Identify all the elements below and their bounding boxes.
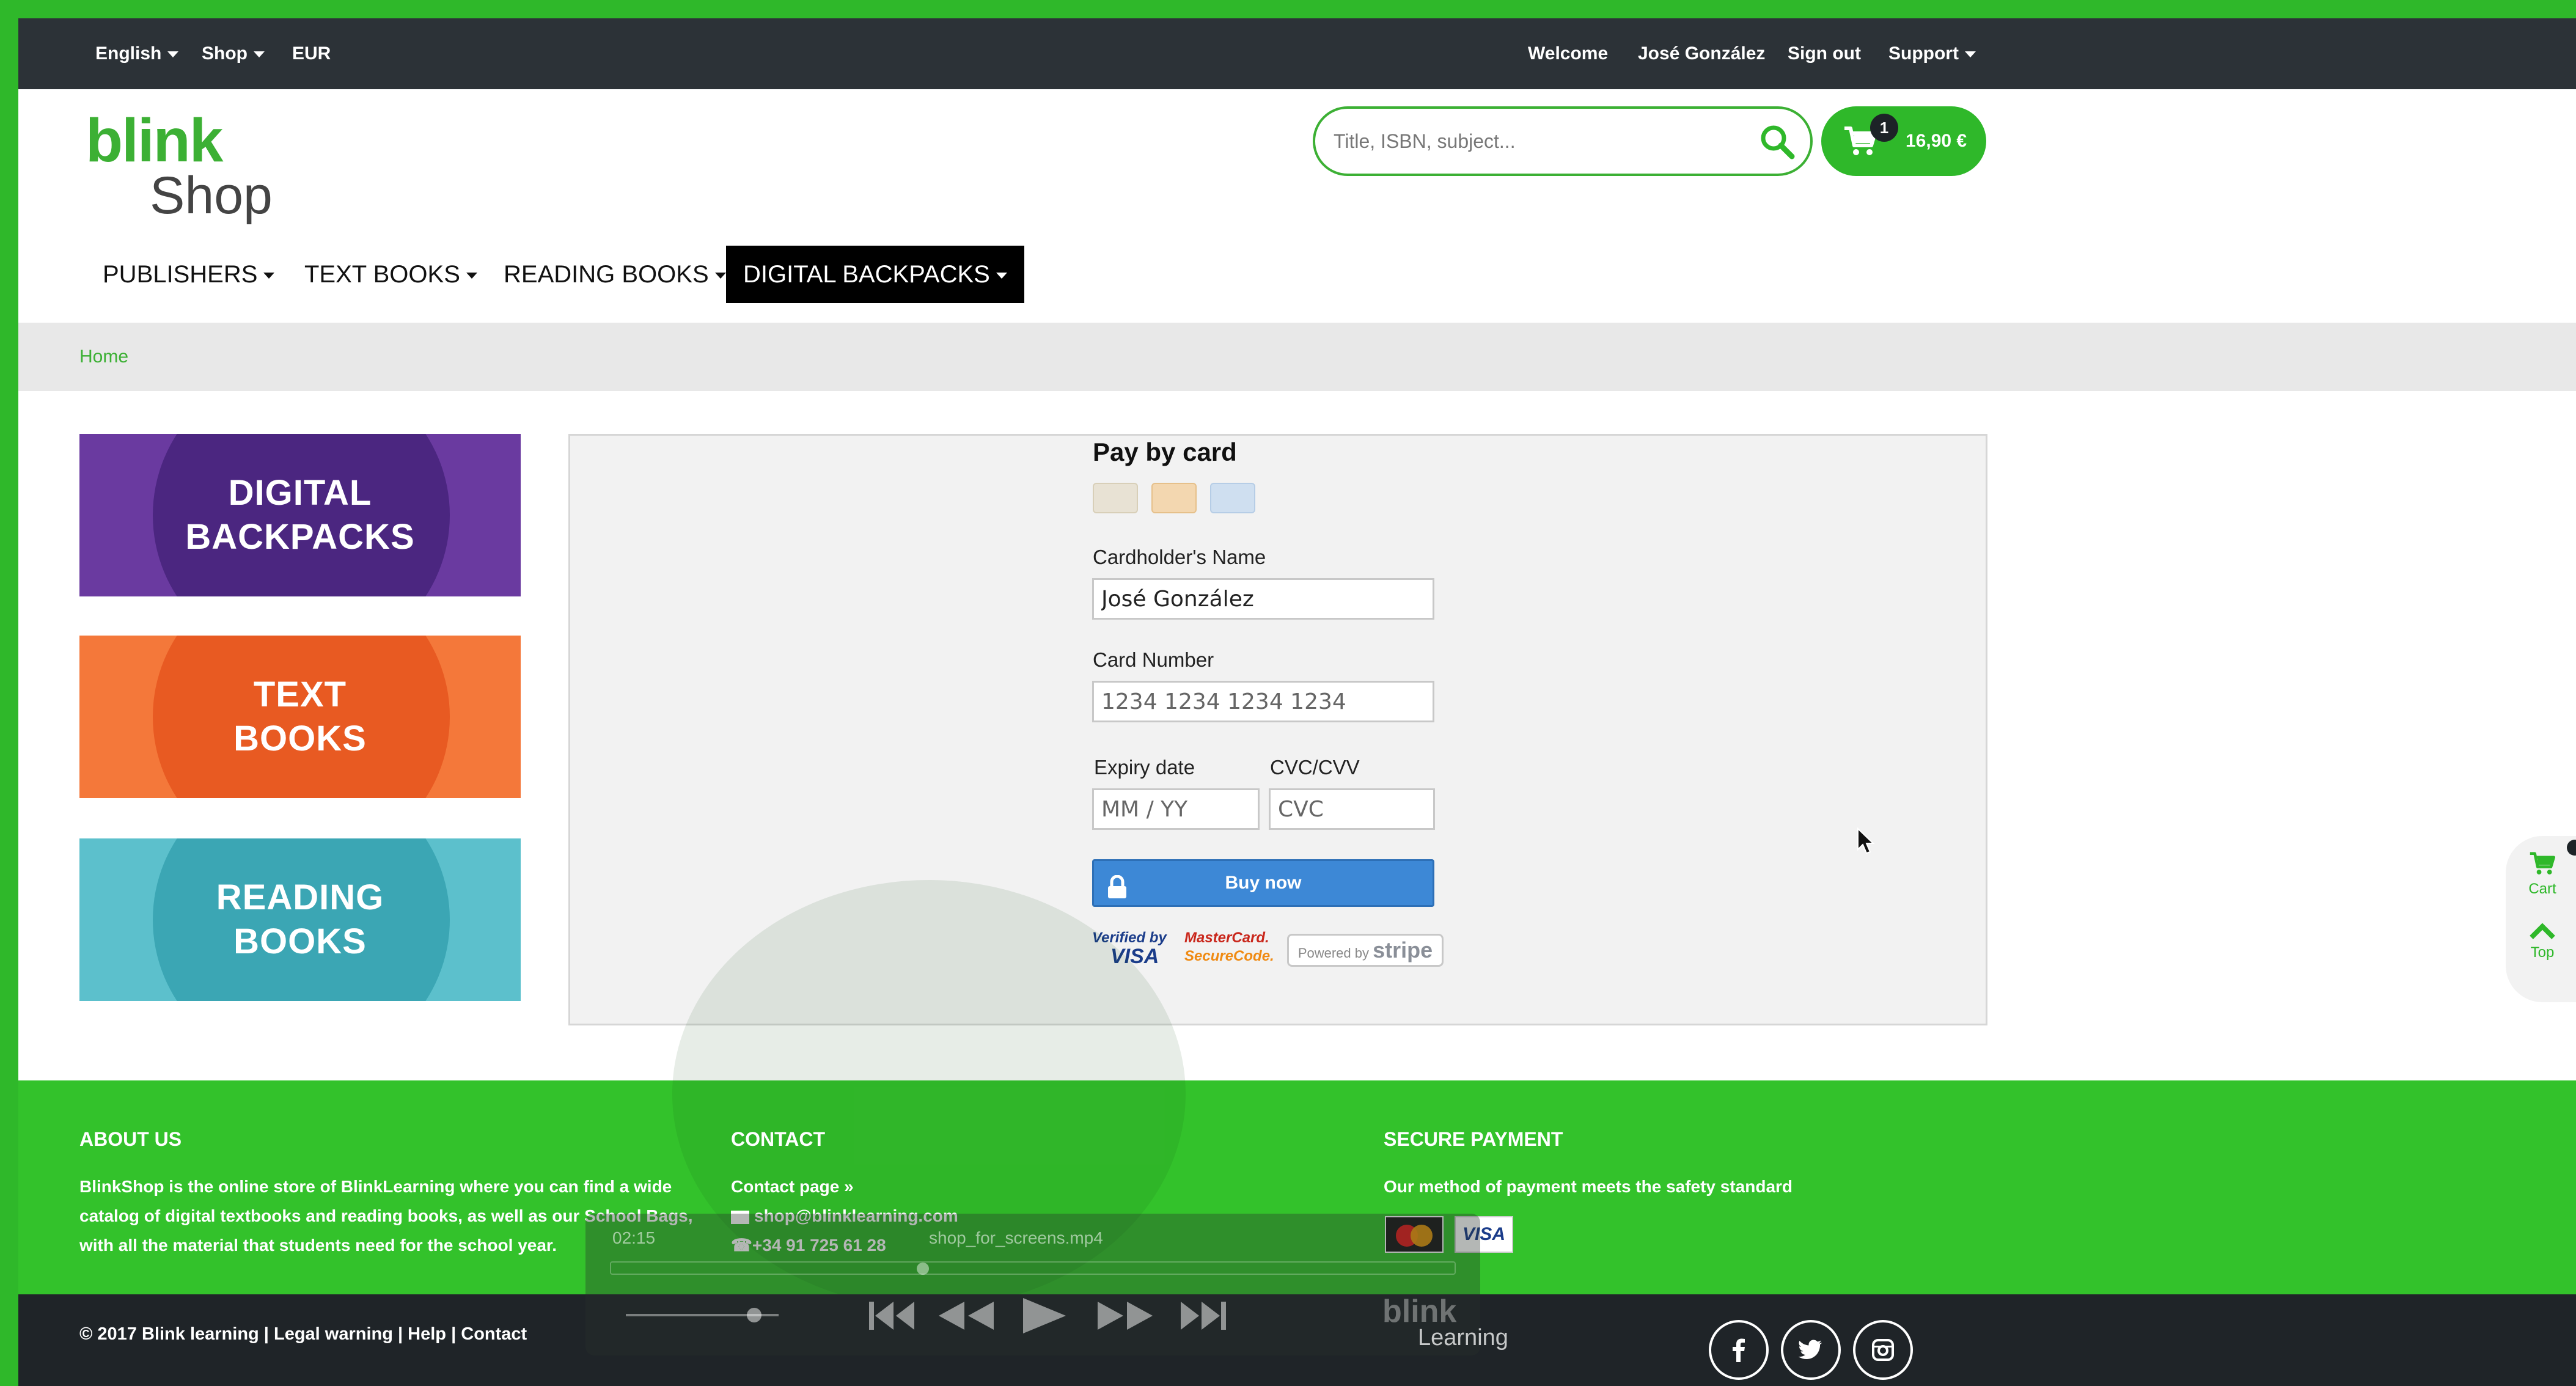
blink-shop-logo[interactable]: blink Shop	[86, 107, 281, 229]
cardholder-name-field[interactable]	[1092, 578, 1434, 620]
card-number-label: Card Number	[1093, 648, 1214, 671]
search-icon[interactable]	[1758, 122, 1797, 161]
video-logo-learning: Learning	[1418, 1325, 1508, 1351]
cart-total: 16,90 €	[1906, 131, 1967, 151]
cart-count-badge: 1	[1870, 114, 1898, 142]
cart-button[interactable]: 1 16,90 €	[1821, 106, 1986, 176]
back-to-top-label: Top	[2530, 944, 2555, 961]
nav-digital-backpacks-label: DIGITAL BACKPACKS	[743, 261, 990, 288]
fast-forward-icon[interactable]	[1094, 1294, 1158, 1337]
twitter-icon[interactable]	[1781, 1320, 1841, 1380]
nav-text-books[interactable]: TEXT BOOKS	[287, 246, 494, 303]
logo-blink-text: blink	[86, 106, 223, 175]
banner-label: DIGITAL BACKPACKS	[185, 473, 415, 557]
expiry-field[interactable]	[1092, 788, 1260, 830]
floating-side-widget: Cart Top	[2506, 836, 2576, 1002]
logo-shop-text: Shop	[150, 166, 273, 225]
powered-by-text: Powered by	[1297, 945, 1369, 961]
cardholder-label: Cardholder's Name	[1093, 546, 1266, 568]
mastercard-card-icon	[1151, 483, 1197, 513]
sign-out-link[interactable]: Sign out	[1788, 18, 1861, 89]
play-icon[interactable]	[1018, 1294, 1070, 1337]
shop-dropdown[interactable]: Shop	[202, 18, 265, 89]
video-filename: shop_for_screens.mp4	[929, 1228, 1103, 1247]
lock-icon	[1106, 872, 1128, 898]
facebook-icon[interactable]	[1709, 1320, 1769, 1380]
stripe-text: stripe	[1373, 937, 1433, 963]
support-label: Support	[1888, 43, 1959, 64]
about-us-heading: ABOUT US	[79, 1128, 182, 1150]
nav-reading-books[interactable]: READING BOOKS	[486, 246, 743, 303]
nav-publishers[interactable]: PUBLISHERS	[86, 246, 292, 303]
nav-reading-books-label: READING BOOKS	[504, 261, 709, 288]
secure-payment-heading: SECURE PAYMENT	[1384, 1128, 1563, 1150]
shop-label: Shop	[202, 43, 248, 64]
chevron-down-icon	[996, 273, 1007, 279]
welcome-text: Welcome	[1528, 43, 1609, 64]
video-progress-track[interactable]	[610, 1261, 1456, 1275]
breadcrumb: Home	[18, 323, 2576, 391]
chevron-down-icon	[254, 51, 265, 58]
chevron-down-icon	[167, 51, 179, 58]
currency-selector[interactable]: EUR	[292, 18, 331, 89]
mouse-cursor-icon	[1857, 827, 1875, 856]
skip-back-icon[interactable]	[867, 1294, 918, 1337]
rewind-icon[interactable]	[934, 1294, 997, 1337]
breadcrumb-home-link[interactable]: Home	[79, 323, 128, 391]
mastercard-text: MasterCard.	[1184, 930, 1269, 946]
video-progress-thumb[interactable]	[917, 1263, 930, 1275]
window-frame-top	[0, 0, 2576, 18]
secure-payment-text: Our method of payment meets the safety s…	[1384, 1177, 1793, 1196]
language-label: English	[95, 43, 162, 64]
skip-forward-icon[interactable]	[1177, 1294, 1228, 1337]
nav-digital-backpacks[interactable]: DIGITAL BACKPACKS	[726, 246, 1024, 303]
cart-icon	[2530, 852, 2555, 875]
text-books-banner[interactable]: TEXT BOOKS	[79, 636, 521, 798]
instagram-icon[interactable]	[1853, 1320, 1913, 1380]
chevron-down-icon	[714, 273, 726, 279]
video-volume-knob[interactable]	[747, 1308, 761, 1322]
top-bar: English Shop EUR Welcome José González S…	[18, 18, 2576, 89]
copyright-and-links[interactable]: © 2017 Blink learning | Legal warning | …	[79, 1319, 527, 1349]
visa-card-icon	[1093, 483, 1138, 513]
contact-heading: CONTACT	[731, 1128, 826, 1150]
card-number-field[interactable]	[1092, 681, 1434, 722]
search-input[interactable]	[1334, 122, 1749, 160]
cvc-field[interactable]	[1269, 788, 1435, 830]
user-name-link[interactable]: José González	[1638, 18, 1765, 89]
digital-backpacks-banner[interactable]: DIGITAL BACKPACKS	[79, 434, 521, 596]
mastercard-securecode-badge: MasterCard. SecureCode.	[1184, 929, 1276, 970]
side-cart-label: Cart	[2528, 881, 2556, 897]
securecode-text: SecureCode.	[1184, 948, 1274, 964]
expiry-label: Expiry date	[1094, 756, 1195, 779]
support-dropdown[interactable]: Support	[1888, 18, 1976, 89]
reading-books-banner[interactable]: READING BOOKS	[79, 838, 521, 1001]
banner-label: READING BOOKS	[216, 878, 384, 961]
language-dropdown[interactable]: English	[95, 18, 179, 89]
powered-by-stripe-badge[interactable]: Powered by stripe	[1287, 934, 1444, 967]
cvc-label: CVC/CVV	[1270, 756, 1360, 779]
buy-now-button[interactable]: Buy now	[1092, 859, 1434, 907]
chevron-down-icon	[263, 273, 275, 279]
buy-now-label: Buy now	[1225, 873, 1302, 893]
about-us-text-line: with all the material that students need…	[79, 1236, 557, 1255]
amex-card-icon	[1210, 483, 1255, 513]
video-time: 02:15	[612, 1228, 656, 1247]
nav-publishers-label: PUBLISHERS	[103, 261, 258, 288]
banner-label: TEXT BOOKS	[233, 675, 367, 758]
about-us-text-line: BlinkShop is the online store of BlinkLe…	[79, 1177, 672, 1196]
chevron-up-icon	[2530, 923, 2555, 939]
back-to-top-button[interactable]: Top	[2506, 922, 2576, 961]
chevron-down-icon	[1964, 51, 1976, 58]
chevron-down-icon	[466, 273, 477, 279]
side-cart-button[interactable]: Cart	[2506, 851, 2576, 898]
contact-page-link[interactable]: Contact page »	[731, 1172, 854, 1201]
pay-by-card-title: Pay by card	[1093, 438, 1237, 466]
search-box	[1313, 106, 1813, 176]
nav-text-books-label: TEXT BOOKS	[304, 261, 460, 288]
window-frame-left	[0, 0, 18, 1386]
